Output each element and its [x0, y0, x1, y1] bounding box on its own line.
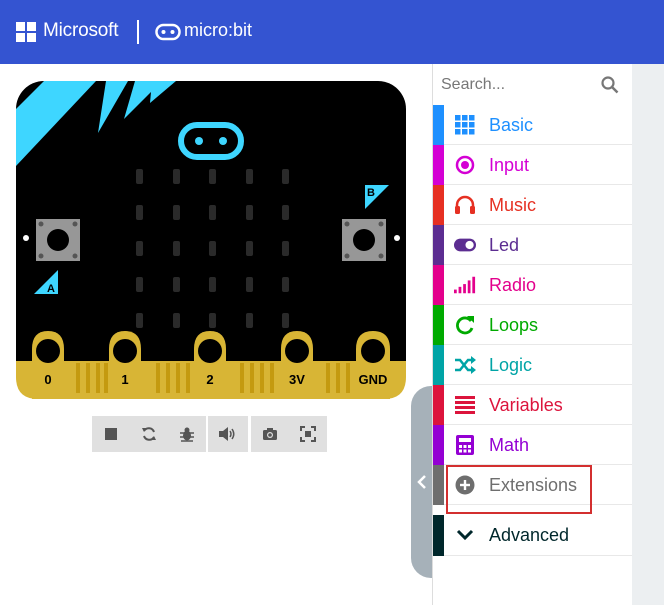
category-label: Music: [489, 195, 537, 215]
category-math[interactable]: Math: [433, 425, 633, 465]
category-basic[interactable]: Basic: [433, 105, 633, 145]
pin-3v[interactable]: 3V: [281, 331, 313, 399]
shuffle-icon: [454, 354, 476, 376]
category-color-bar: [433, 225, 444, 265]
stop-icon: [105, 428, 117, 440]
pin-3v-label: 3V: [289, 372, 305, 387]
category-label: Logic: [489, 355, 533, 375]
button-a-label: A: [47, 283, 55, 295]
category-color-bar: [433, 385, 444, 425]
list-icon: [454, 394, 476, 416]
top-bar: Microsoft micro:bit: [0, 0, 664, 64]
refresh-icon: [454, 314, 476, 336]
category-label: Input: [489, 155, 530, 175]
category-logic[interactable]: Logic: [433, 345, 633, 385]
microbit-logo-icon: [155, 23, 181, 41]
category-color-bar: [433, 465, 444, 505]
plus-circle-icon: [454, 474, 476, 496]
category-color-bar: [433, 185, 444, 225]
category-label: Math: [489, 435, 530, 455]
category-label: Advanced: [489, 525, 570, 545]
category-color-bar: [433, 265, 444, 305]
button-b-label: B: [367, 187, 375, 199]
category-label: Loops: [489, 315, 539, 335]
pin-gnd-label: GND: [359, 372, 388, 387]
category-label: Radio: [489, 275, 537, 295]
fullscreen-icon: [300, 426, 316, 442]
pin-0[interactable]: 0: [32, 331, 64, 399]
simulator-controls: [92, 416, 206, 452]
category-color-bar: [433, 305, 444, 345]
workspace-edge: [632, 64, 664, 605]
category-label: Basic: [489, 115, 534, 135]
signal-bars-icon: [454, 274, 476, 296]
category-color-bar: [433, 515, 444, 556]
capture-controls: [251, 416, 327, 452]
screenshot-button[interactable]: [251, 416, 289, 452]
pin-gnd[interactable]: GND: [356, 331, 390, 399]
category-label: Led: [489, 235, 520, 255]
category-label: Extensions: [489, 475, 578, 495]
toolbox: Basic Input Music Led Radio Loops: [432, 64, 633, 605]
pin-2-label: 2: [206, 372, 213, 387]
collapse-simulator-button[interactable]: [411, 386, 433, 578]
screenshot-icon: [263, 428, 277, 440]
category-color-bar: [433, 425, 444, 465]
search-icon[interactable]: [601, 76, 619, 94]
category-music[interactable]: Music: [433, 185, 633, 225]
pin-0-label: 0: [44, 372, 51, 387]
category-loops[interactable]: Loops: [433, 305, 633, 345]
restart-icon: [142, 427, 156, 441]
toolbox-search: [433, 64, 633, 104]
sound-icon: [219, 427, 235, 441]
restart-button[interactable]: [130, 416, 168, 452]
fullscreen-button[interactable]: [289, 416, 327, 452]
pin-1[interactable]: 1: [109, 331, 141, 399]
category-extensions[interactable]: Extensions: [433, 465, 633, 505]
category-input[interactable]: Input: [433, 145, 633, 185]
category-label: Variables: [489, 395, 563, 415]
category-color-bar: [433, 345, 444, 385]
headphones-icon: [454, 194, 476, 216]
category-radio[interactable]: Radio: [433, 265, 633, 305]
sound-control: [208, 416, 248, 452]
category-variables[interactable]: Variables: [433, 385, 633, 425]
toggle-icon: [454, 234, 476, 256]
header-divider: [137, 20, 139, 44]
microsoft-brand: Microsoft: [43, 20, 119, 41]
radio-button-icon: [454, 154, 476, 176]
sound-button[interactable]: [208, 416, 246, 452]
microbit-product: micro:bit: [184, 20, 253, 40]
chevron-down-icon: [454, 524, 476, 546]
grid-icon: [454, 114, 476, 136]
category-color-bar: [433, 105, 444, 145]
chevron-left-icon: [417, 475, 426, 489]
category-color-bar: [433, 145, 444, 185]
pin-1-label: 1: [121, 372, 128, 387]
debug-icon: [180, 427, 194, 442]
pin-2[interactable]: 2: [194, 331, 226, 399]
microsoft-logo-icon: [16, 22, 36, 42]
stop-button[interactable]: [92, 416, 130, 452]
category-led[interactable]: Led: [433, 225, 633, 265]
debug-button[interactable]: [168, 416, 206, 452]
microbit-board[interactable]: A B 0 1 2 3V GND: [16, 81, 406, 399]
category-advanced[interactable]: Advanced: [433, 515, 633, 556]
calculator-icon: [454, 434, 476, 456]
